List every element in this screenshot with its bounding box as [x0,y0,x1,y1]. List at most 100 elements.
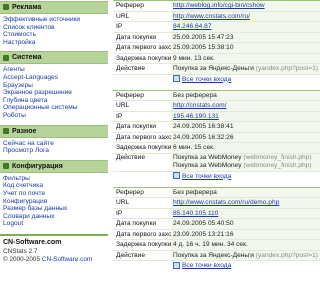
sidebar-link[interactable]: Операционные системы [3,104,108,112]
entry-points-icon [173,75,180,83]
field-label: Дата первого захода [116,230,171,238]
record-row: Задержка покупки 4 д. 16 ч. 19 мин. 34 се… [113,240,320,251]
field-value: 23.09.2005 13:21:16 [171,229,320,239]
sidebar-link[interactable]: Экранное разрешение [3,89,108,97]
sidebar-link[interactable]: Фильтры [3,175,108,183]
copyright-link[interactable]: CN-Software.com [42,256,92,263]
field-label: Дата покупки [116,220,157,227]
field-value: Покупка за Яндекс-Деньги (yandex.php?pos… [171,64,320,74]
value-text: 9 мин. 13 сек. [173,54,215,62]
field-label: IP [116,23,123,30]
field-label: Действие [116,153,145,161]
value-text: Покупка за WebMoney [173,153,242,161]
value-detail: (webmoney_finish.php) [243,161,312,169]
visit-record: Реферер Без реферера URL http://www.cnstats… [113,186,320,272]
record-row: Дата покупки 24.09.2005 16:38:41 [113,122,320,133]
value-detail: (yandex.php?post=1) [255,65,318,72]
value-text: 24.09.2005 16:32:26 [173,133,234,141]
record-row: Действие Покупка за Яндекс-Деньги (yandex… [113,64,320,75]
value-text: 4 д. 16 ч. 19 мин. 34 сек. [173,241,248,248]
record-row: Задержка покупки 9 мин. 13 сек. [113,53,320,64]
sidebar-link[interactable]: Глубина цвета [3,97,108,105]
sidebar-link[interactable]: Учет по почте [3,190,108,198]
record-row: Действие Покупка за WebMoney (webmoney_fi… [113,153,320,172]
record-row: Действие Покупка за Яндекс-Деньги (yandex… [113,250,320,261]
record-row: URL http://cnstats.com/ [113,101,320,112]
field-value: 24.09.2005 16:38:41 [171,122,320,132]
sidebar-link[interactable]: Агенты [3,66,108,74]
logo: CN-Software.com [0,233,108,246]
field-value: 9 мин. 13 сек. [171,53,320,63]
field-value: 24.09.2005 16:32:26 [171,132,320,142]
record-row: URL http://www.cnstats.com/ru/ [113,11,320,22]
record-row: IP 84.246.64.87 [113,22,320,33]
all-entry-points-link[interactable]: Все точки входа [182,173,231,180]
sidebar-section-title: Конфигурация [12,162,63,170]
field-label: IP [116,209,123,217]
field-value: Без реферера [171,90,320,100]
value-link[interactable]: http://cnstats.com/ [173,102,227,109]
field-label: URL [116,102,130,109]
value-text: 23.09.2005 13:21:16 [173,230,234,238]
record-row: URL http://www.cnstats.com/ru/demo.php [113,198,320,209]
value-text: 24.09.2005 05:40:50 [173,220,234,227]
sidebar-link[interactable]: Настройка [3,39,108,47]
all-entry-points: Все точки входа [113,261,320,271]
sidebar-link[interactable]: Конфигурация [3,198,108,206]
field-value: 25.09.2005 15:38:10 [171,43,320,53]
version-text: CNStats 2.7 [3,247,38,255]
sidebar-link[interactable]: Эффективные источники [3,16,108,24]
value-link[interactable]: http://www.cnstats.com/ru/ [173,13,250,20]
section-icon [3,4,9,11]
sidebar: Реклама Эффективные источники Список клиен… [0,0,108,288]
record-row: Дата первого захода23.09.2005 13:21:16 [113,229,320,240]
field-label: URL [116,199,130,206]
sidebar-link[interactable]: Сейчас на сайте [3,140,108,148]
section-icon [3,162,9,169]
field-label: Задержка покупки [116,144,171,151]
field-value: 84.246.64.87 [171,22,320,32]
value-text: 6 мин. 15 сек. [173,144,215,151]
visit-record: Реферер Без реферера URL http://cnstats.com… [113,89,320,182]
copyright-prefix: © 2000-2005 [3,255,41,263]
sidebar-link[interactable]: Роботы [3,112,108,120]
sidebar-link[interactable]: Браузеры [3,82,108,90]
value-text: Без реферера [173,91,217,99]
sidebar-section-body: Фильтры Код счетчика Учет по почте Конфигур… [0,173,108,232]
all-entry-points-link[interactable]: Все точки входа [182,76,231,83]
sidebar-link[interactable]: Код счетчика [3,182,108,190]
value-text: 25.09.2005 15:47:23 [173,33,234,41]
field-label: IP [116,112,123,120]
record-row: Реферер Без реферера [113,90,320,101]
field-value: 85.140.105.110 [171,208,320,218]
field-value: Покупка за WebMoney (webmoney_finish.php… [171,153,320,171]
field-label: Реферер [116,188,144,196]
record-row: Задержка покупки 6 мин. 15 сек. [113,143,320,154]
record-row: IP 85.140.105.110 [113,208,320,219]
field-value: Без реферера [171,187,320,197]
field-value: http://weblog.info/cgi-bin/cshow [171,1,320,11]
value-detail: (webmoney_finish.php) [243,153,312,161]
value-link[interactable]: 195.46.190.131 [173,113,219,120]
all-entry-points: Все точки входа [113,172,320,182]
field-label: Реферер [116,91,144,99]
sidebar-link[interactable]: Стоимость [3,31,108,39]
value-link[interactable]: http://www.cnstats.com/ru/demo.php [173,199,279,206]
all-entry-points-link[interactable]: Все точки входа [182,262,231,269]
sidebar-link[interactable]: Список клиентов [3,24,108,32]
sidebar-link[interactable]: Просмотр Лога [3,147,108,155]
sidebar-link[interactable]: Словари данных [3,213,108,221]
record-row: IP 195.46.190.131 [113,111,320,122]
sidebar-link[interactable]: Размер базы данных [3,205,108,213]
value-text: 25.09.2005 15:38:10 [173,44,234,51]
value-link[interactable]: 84.246.64.87 [173,23,212,30]
sidebar-link[interactable]: Logout [3,220,108,228]
field-label: Задержка покупки [116,54,171,62]
sidebar-link[interactable]: Accept-Languages [3,74,108,82]
section-icon [3,54,9,61]
field-value: http://cnstats.com/ [171,101,320,111]
field-label: Дата первого захода [116,44,171,51]
value-link[interactable]: 85.140.105.110 [173,210,218,217]
value-text: 24.09.2005 16:38:41 [173,123,234,130]
value-link[interactable]: http://weblog.info/cgi-bin/cshow [173,2,265,9]
